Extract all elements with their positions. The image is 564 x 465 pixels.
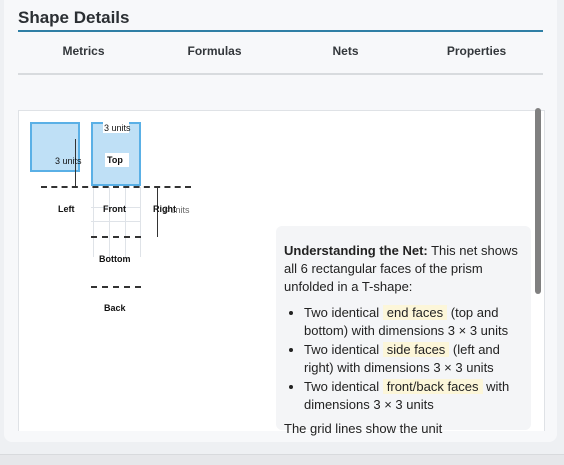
explanation-heading: Understanding the Net:	[284, 243, 428, 258]
tab-metrics[interactable]: Metrics	[18, 44, 149, 58]
face-label-bottom: Bottom	[99, 254, 131, 264]
fold-line	[41, 186, 191, 188]
page-title: Shape Details	[18, 8, 130, 27]
face-label-back: Back	[104, 303, 126, 313]
highlight-term: end faces	[382, 305, 448, 320]
fold-line	[91, 236, 141, 238]
net-explanation-box: Understanding the Net: This net shows al…	[276, 226, 531, 436]
grid-line	[91, 221, 141, 222]
fold-line	[91, 286, 141, 288]
tabs-divider	[18, 73, 543, 75]
face-list: Two identical end faces (top and bottom)…	[284, 304, 524, 414]
grid-line	[125, 187, 126, 257]
face-label-front: Front	[103, 204, 126, 214]
tab-nets[interactable]: Nets	[280, 44, 411, 58]
dimension-label-top: 3 units	[104, 123, 131, 133]
face-label-left: Left	[58, 204, 75, 214]
net-explanation: Understanding the Net: This net shows al…	[284, 242, 524, 438]
item-text: Two identical	[304, 379, 383, 394]
highlight-term: side faces	[382, 342, 450, 357]
face-label-top: Top	[107, 155, 123, 165]
item-text: Two identical	[304, 342, 383, 357]
tab-bar: Metrics Formulas Nets Properties	[18, 44, 543, 68]
tab-formulas[interactable]: Formulas	[149, 44, 280, 58]
list-item: Two identical side faces (left and right…	[304, 341, 524, 377]
list-item: Two identical end faces (top and bottom)…	[304, 304, 524, 340]
highlight-term: front/back faces	[382, 379, 483, 394]
grid-line	[93, 187, 94, 257]
grid-line	[140, 187, 141, 257]
scrollbar-thumb[interactable]	[535, 108, 541, 294]
window-bottom-bar	[0, 454, 564, 465]
grid-line	[109, 187, 110, 257]
list-item: Two identical front/back faces with dime…	[304, 378, 524, 414]
title-underline	[18, 30, 543, 32]
item-text: Two identical	[304, 305, 383, 320]
dimension-label-left: 3 units	[55, 156, 82, 166]
face-label-right: Right	[153, 204, 176, 214]
tab-properties[interactable]: Properties	[411, 44, 542, 58]
grid-explanation: The grid lines show the unit	[284, 421, 443, 436]
